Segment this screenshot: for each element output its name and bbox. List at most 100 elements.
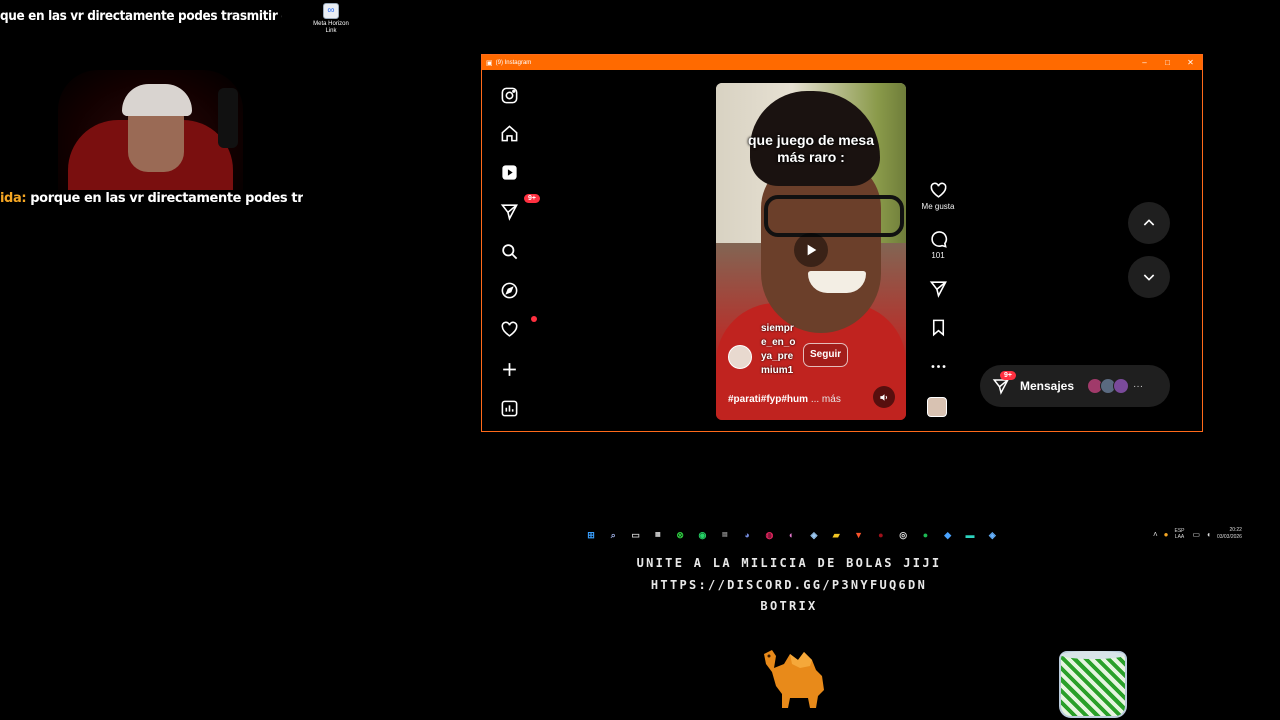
chat-username: ida: bbox=[0, 191, 27, 206]
chat-overlay-top: que en las vr directamente podes trasmit… bbox=[0, 9, 282, 24]
app-icon[interactable]: ▤ bbox=[717, 527, 733, 543]
window-app-icon: ▣ bbox=[486, 59, 493, 67]
calculator-icon[interactable]: ▦ bbox=[650, 527, 666, 543]
hashtag-text[interactable]: #parati#fyp#hum bbox=[728, 394, 808, 405]
share-icon bbox=[929, 281, 947, 298]
camel-sprite bbox=[764, 650, 824, 708]
avatar bbox=[1113, 378, 1130, 394]
next-reel-button[interactable] bbox=[1128, 256, 1170, 298]
search-icon[interactable]: ⌕ bbox=[605, 527, 621, 543]
author-avatar[interactable] bbox=[728, 345, 752, 369]
more-options-action[interactable] bbox=[917, 357, 959, 376]
chevron-up-icon bbox=[1143, 219, 1155, 226]
brave-icon[interactable]: ▼ bbox=[851, 527, 867, 543]
language-indicator[interactable]: ESP LAA bbox=[1175, 528, 1185, 540]
comment-icon bbox=[930, 231, 947, 248]
close-button[interactable]: ✕ bbox=[1179, 58, 1202, 67]
reel-video[interactable]: que juego de mesa más raro : siempre_en_… bbox=[716, 83, 906, 420]
search-icon[interactable] bbox=[498, 240, 520, 262]
like-label: Me gusta bbox=[921, 202, 955, 211]
messages-badge: 9+ bbox=[1000, 371, 1016, 380]
steam-blue-icon[interactable]: ◈ bbox=[984, 527, 1000, 543]
home-icon[interactable] bbox=[498, 122, 520, 144]
app-red-icon[interactable]: ◍ bbox=[761, 527, 777, 543]
messages-bar[interactable]: 9+ Mensajes ··· bbox=[980, 365, 1170, 407]
app-terminal-icon[interactable]: ▬ bbox=[962, 527, 978, 543]
save-action[interactable] bbox=[917, 318, 959, 337]
streamer-cap bbox=[122, 84, 192, 116]
messages-icon[interactable]: 9+ bbox=[498, 194, 540, 222]
steam-icon[interactable]: ◈ bbox=[806, 527, 822, 543]
microphone-icon[interactable]: ● bbox=[1164, 530, 1169, 539]
follow-button[interactable]: Seguir bbox=[803, 343, 849, 367]
more-dots-icon bbox=[931, 365, 945, 368]
play-icon bbox=[807, 244, 817, 256]
messages-badge: 9+ bbox=[524, 194, 540, 203]
share-action[interactable] bbox=[917, 279, 959, 298]
author-username[interactable]: siempre_en_oya_premium1 bbox=[761, 322, 796, 378]
app-blue-icon[interactable]: ◆ bbox=[940, 527, 956, 543]
audio-avatar[interactable] bbox=[927, 397, 947, 417]
volume-icon bbox=[879, 393, 887, 401]
heart-icon bbox=[930, 182, 946, 198]
banner-line-1: UNITE A LA MILICIA DE BOLAS JIJI bbox=[636, 556, 942, 570]
app-color-icon[interactable]: ◐ bbox=[784, 527, 800, 543]
messages-avatars bbox=[1087, 378, 1130, 394]
webcam-feed bbox=[58, 70, 243, 190]
previous-reel-button[interactable] bbox=[1128, 202, 1170, 244]
more-link[interactable]: ... más bbox=[811, 394, 841, 405]
caption-line-2: más raro : bbox=[777, 149, 845, 165]
window-titlebar[interactable]: ▣ (9) Instagram – □ ✕ bbox=[482, 55, 1202, 70]
desktop-icon-meta-horizon-link[interactable]: ∞ Meta Horizon Link bbox=[311, 3, 351, 35]
chat-message: porque en las vr directamente podes tras… bbox=[30, 191, 303, 206]
desktop-icon-label: Meta Horizon Link bbox=[313, 21, 349, 34]
minimize-button[interactable]: – bbox=[1133, 58, 1156, 67]
chevron-up-icon[interactable]: ˄ bbox=[1153, 530, 1158, 539]
play-button[interactable] bbox=[794, 233, 828, 267]
trash-bin-sprite bbox=[1059, 651, 1127, 718]
instagram-logo-icon[interactable] bbox=[498, 84, 520, 106]
chat-overlay-line: ida: porque en las vr directamente podes… bbox=[0, 191, 303, 206]
stream-banner: UNITE A LA MILICIA DE BOLAS JIJI HTTPS:/… bbox=[600, 553, 978, 618]
system-tray: ˄ ● ESP LAA ▭ ◖ 20:22 03/03/2026 bbox=[1153, 527, 1242, 541]
maximize-button[interactable]: □ bbox=[1156, 58, 1179, 67]
chevron-down-icon bbox=[1143, 274, 1155, 281]
task-view-icon[interactable]: ▭ bbox=[628, 527, 644, 543]
like-action[interactable]: Me gusta bbox=[917, 181, 959, 211]
notification-dot bbox=[531, 316, 537, 322]
whatsapp-icon[interactable]: ◉ bbox=[694, 527, 710, 543]
file-explorer-icon[interactable]: ▰ bbox=[828, 527, 844, 543]
reel-hashtags: #parati#fyp#hum ... más bbox=[728, 394, 841, 405]
video-glasses bbox=[764, 195, 904, 237]
instagram-window: ▣ (9) Instagram – □ ✕ 9+ que juego de me… bbox=[481, 54, 1203, 432]
reels-icon[interactable] bbox=[498, 161, 520, 183]
volume-icon[interactable]: ◖ bbox=[1206, 530, 1211, 539]
notifications-heart-icon[interactable] bbox=[498, 316, 537, 340]
lang-bottom: LAA bbox=[1174, 534, 1185, 540]
spotify-icon[interactable]: ● bbox=[917, 527, 933, 543]
dashboard-icon[interactable] bbox=[498, 397, 520, 419]
desktop-stage: que en las vr directamente podes trasmit… bbox=[0, 0, 1280, 720]
clock-time: 20:22 bbox=[1229, 527, 1242, 533]
messages-label: Mensajes bbox=[1020, 379, 1075, 393]
banner-line-2: HTTPS://DISCORD.GG/P3NYFUQ6DN bbox=[650, 577, 928, 592]
network-icon[interactable]: ▭ bbox=[1193, 530, 1201, 539]
banner-line-3: BOTRIX bbox=[760, 599, 818, 613]
volume-button[interactable] bbox=[873, 386, 895, 408]
discord-icon[interactable]: ◕ bbox=[739, 527, 755, 543]
window-title: (9) Instagram bbox=[495, 59, 532, 66]
microphone bbox=[218, 88, 238, 148]
explore-icon[interactable] bbox=[498, 279, 520, 301]
clock[interactable]: 20:22 03/03/2026 bbox=[1217, 527, 1242, 541]
reel-caption: que juego de mesa más raro : bbox=[716, 132, 906, 166]
windows-start-icon[interactable]: ⊞ bbox=[583, 527, 599, 543]
create-plus-icon[interactable] bbox=[498, 358, 520, 380]
taskbar: ⊞ ⌕ ▭ ▦ ⊗ ◉ ▤ ◕ ◍ ◐ ◈ ▰ ▼ ● ◎ ● ◆ ▬ ◈ bbox=[583, 526, 1007, 544]
clock-date: 03/03/2026 bbox=[1216, 534, 1242, 540]
caption-line-1: que juego de mesa bbox=[747, 132, 875, 148]
comment-action[interactable]: 101 bbox=[917, 230, 959, 260]
xbox-icon[interactable]: ⊗ bbox=[672, 527, 688, 543]
video-mouth bbox=[808, 271, 866, 293]
app-dark-red-icon[interactable]: ● bbox=[873, 527, 889, 543]
app-circle-icon[interactable]: ◎ bbox=[895, 527, 911, 543]
